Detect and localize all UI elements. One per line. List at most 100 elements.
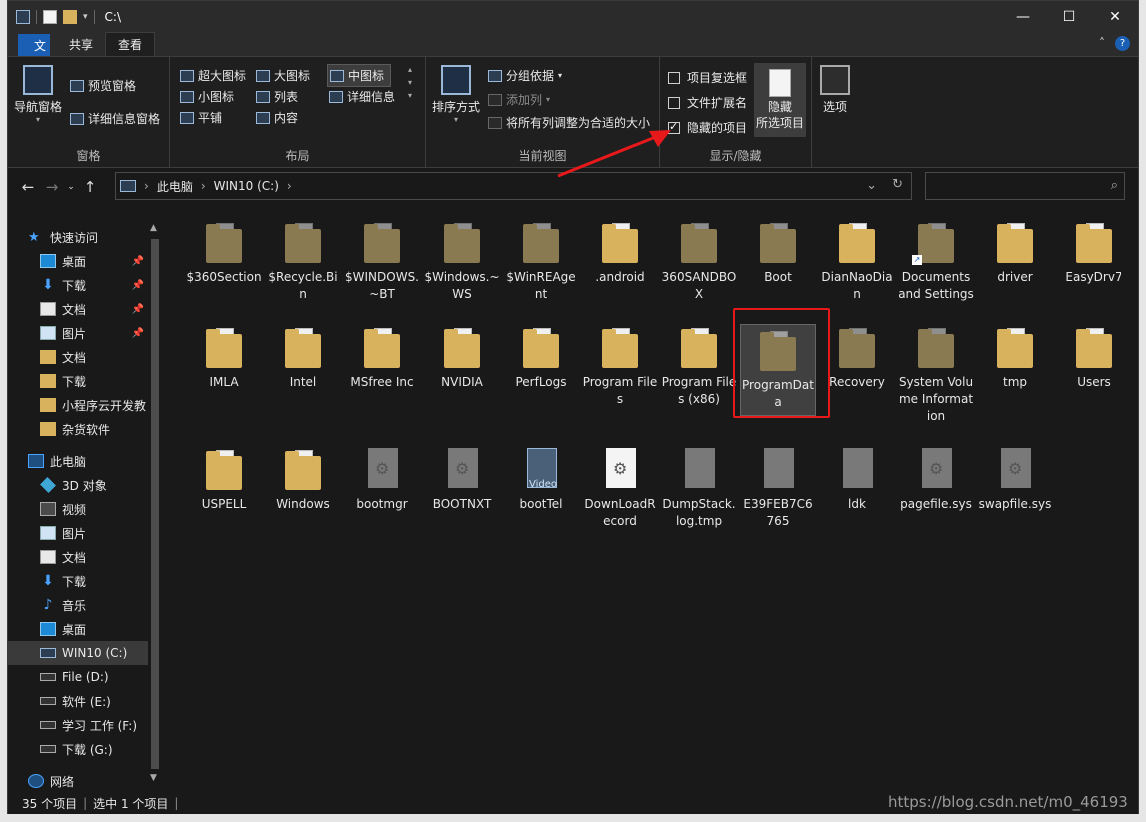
- file-item[interactable]: ↗ Documents and Settings: [898, 219, 974, 303]
- pin-icon[interactable]: 📌: [132, 328, 144, 339]
- file-item[interactable]: E39FEB7C6765: [740, 446, 816, 530]
- file-item[interactable]: ⚙ bootmgr: [344, 446, 420, 513]
- file-item[interactable]: ldk: [819, 446, 895, 513]
- details-pane-button[interactable]: 详细信息窗格: [70, 110, 160, 127]
- file-item[interactable]: USPELL: [186, 446, 262, 513]
- file-item[interactable]: System Volume Information: [898, 324, 974, 425]
- hide-selected-button[interactable]: 隐藏 所选项目: [754, 63, 806, 137]
- nav-pc-item[interactable]: 桌面: [8, 617, 148, 641]
- refresh-icon[interactable]: ↻: [892, 177, 903, 192]
- file-item[interactable]: Boot: [740, 219, 816, 286]
- collapse-ribbon-icon[interactable]: ˄: [1099, 36, 1105, 51]
- nav-quick-item[interactable]: 文档: [8, 345, 148, 369]
- nav-quick-item[interactable]: 杂货软件: [8, 417, 148, 441]
- options-button[interactable]: 选项: [820, 65, 850, 115]
- tab-view[interactable]: 查看: [105, 32, 156, 56]
- preview-pane-button[interactable]: 预览窗格: [70, 77, 136, 94]
- chevron-down-icon[interactable]: ⌄: [64, 182, 78, 192]
- nav-pc-item[interactable]: ⬇ 下载: [8, 569, 148, 593]
- layout-list[interactable]: 列表: [256, 88, 298, 105]
- breadcrumb-this-pc[interactable]: 此电脑: [157, 178, 193, 195]
- item-checkboxes-checkbox[interactable]: [668, 71, 680, 84]
- file-extensions-checkbox[interactable]: [668, 96, 680, 109]
- layout-small[interactable]: 小图标: [180, 88, 234, 105]
- file-item[interactable]: DumpStack.log.tmp: [661, 446, 737, 530]
- layout-details[interactable]: 详细信息: [329, 88, 395, 105]
- file-item[interactable]: ⚙ pagefile.sys: [898, 446, 974, 513]
- file-item[interactable]: $WINDOWS.~BT: [344, 219, 420, 303]
- file-item[interactable]: Program Files (x86): [661, 324, 737, 408]
- file-item[interactable]: .android: [582, 219, 658, 286]
- file-item[interactable]: 360SANDBOX: [661, 219, 737, 303]
- hidden-items-toggle[interactable]: 隐藏的项目: [668, 119, 747, 136]
- pin-icon[interactable]: 📌: [132, 256, 144, 267]
- layout-scroll[interactable]: ▴ ▾ ▾: [408, 65, 412, 100]
- layout-extra-large[interactable]: 超大图标: [180, 67, 246, 84]
- file-item[interactable]: PerfLogs: [503, 324, 579, 391]
- nav-quick-item[interactable]: 小程序云开发教: [8, 393, 148, 417]
- nav-scrollbar[interactable]: ▲ ▼: [148, 221, 162, 783]
- nav-this-pc[interactable]: 此电脑: [8, 449, 148, 473]
- nav-pc-item[interactable]: 视频: [8, 497, 148, 521]
- up-icon[interactable]: ↑: [78, 178, 102, 196]
- nav-quick-item[interactable]: 桌面 📌: [8, 249, 148, 273]
- nav-pc-item[interactable]: 3D 对象: [8, 473, 148, 497]
- size-columns-button[interactable]: 将所有列调整为合适的大小: [488, 114, 650, 131]
- file-item[interactable]: driver: [977, 219, 1053, 286]
- nav-pc-item[interactable]: WIN10 (C:): [8, 641, 148, 665]
- help-icon[interactable]: ?: [1115, 36, 1130, 51]
- nav-pc-item[interactable]: 学习 工作 (F:): [8, 713, 148, 737]
- file-item[interactable]: Program Files: [582, 324, 658, 408]
- add-columns-button[interactable]: 添加列 ▾: [488, 91, 550, 108]
- file-extensions-toggle[interactable]: 文件扩展名: [668, 94, 747, 111]
- back-icon[interactable]: ←: [16, 178, 40, 196]
- new-folder-icon[interactable]: [63, 9, 77, 24]
- nav-quick-item[interactable]: 下载: [8, 369, 148, 393]
- file-item[interactable]: Intel: [265, 324, 341, 391]
- properties-icon[interactable]: [43, 9, 57, 24]
- search-box[interactable]: ⌕: [925, 172, 1125, 200]
- file-item[interactable]: $360Section: [186, 219, 262, 286]
- file-item[interactable]: Recovery: [819, 324, 895, 391]
- group-by-button[interactable]: 分组依据 ▾: [488, 67, 562, 84]
- file-item[interactable]: $Windows.~WS: [424, 219, 500, 303]
- nav-quick-item[interactable]: ⬇ 下载 📌: [8, 273, 148, 297]
- maximize-button[interactable]: ☐: [1046, 1, 1092, 32]
- layout-tiles[interactable]: 平铺: [180, 109, 222, 126]
- pin-icon[interactable]: 📌: [132, 280, 144, 291]
- nav-network[interactable]: 网络: [8, 769, 148, 793]
- layout-medium[interactable]: 中图标: [327, 64, 392, 87]
- layout-content[interactable]: 内容: [256, 109, 298, 126]
- nav-scroll-thumb[interactable]: [151, 239, 159, 769]
- customize-toolbar-icon[interactable]: ▾: [83, 12, 88, 22]
- nav-quick-item[interactable]: 图片 📌: [8, 321, 148, 345]
- pin-icon[interactable]: 📌: [132, 304, 144, 315]
- hidden-items-checkbox[interactable]: [668, 120, 680, 134]
- nav-pc-item[interactable]: 软件 (E:): [8, 689, 148, 713]
- item-checkboxes-toggle[interactable]: 项目复选框: [668, 69, 747, 86]
- scroll-down-icon[interactable]: ▼: [150, 773, 157, 783]
- file-item[interactable]: MSfree Inc: [344, 324, 420, 391]
- file-item[interactable]: DianNaoDian: [819, 219, 895, 303]
- file-item[interactable]: tmp: [977, 324, 1053, 391]
- sort-by-button[interactable]: 排序方式 ▾: [432, 65, 480, 124]
- nav-quick-access[interactable]: ★ 快速访问: [8, 225, 148, 249]
- file-item[interactable]: NVIDIA: [424, 324, 500, 391]
- file-item[interactable]: Windows: [265, 446, 341, 513]
- nav-pc-item[interactable]: 下载 (G:): [8, 737, 148, 761]
- file-item[interactable]: ⚙ swapfile.sys: [977, 446, 1053, 513]
- layout-large[interactable]: 大图标: [256, 67, 310, 84]
- nav-quick-item[interactable]: 文档 📌: [8, 297, 148, 321]
- tab-share[interactable]: 共享: [57, 32, 105, 56]
- file-item[interactable]: $WinREAgent: [503, 219, 579, 303]
- minimize-button[interactable]: —: [1000, 1, 1046, 32]
- nav-pc-item[interactable]: 图片: [8, 521, 148, 545]
- breadcrumb-drive[interactable]: WIN10 (C:): [214, 179, 279, 193]
- scroll-up-icon[interactable]: ▲: [150, 223, 157, 233]
- history-dropdown-icon[interactable]: ⌄: [866, 178, 877, 193]
- nav-pc-item[interactable]: ♪ 音乐: [8, 593, 148, 617]
- drive-icon[interactable]: [16, 9, 30, 24]
- close-button[interactable]: ✕: [1092, 1, 1138, 32]
- file-item[interactable]: $Recycle.Bin: [265, 219, 341, 303]
- forward-icon[interactable]: →: [40, 178, 64, 196]
